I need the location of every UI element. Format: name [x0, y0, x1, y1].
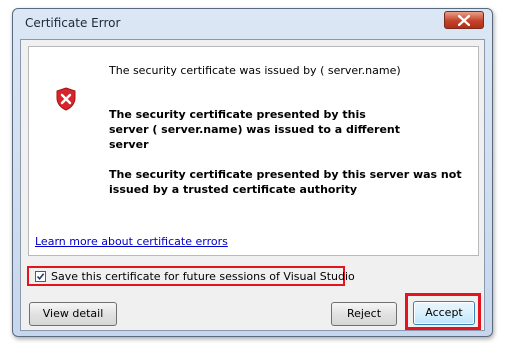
learn-more-link[interactable]: Learn more about certificate errors [35, 235, 228, 248]
message-panel: The security certificate was issued by (… [28, 46, 479, 256]
certificate-error-untrusted-authority: The security certificate presented by th… [109, 168, 462, 196]
save-certificate-label: Save this certificate for future session… [51, 270, 355, 283]
save-certificate-option: Save this certificate for future session… [27, 266, 355, 286]
reject-button[interactable]: Reject [331, 302, 397, 326]
dialog-title: Certificate Error [25, 16, 121, 30]
accept-highlight-box: Accept [405, 293, 481, 330]
close-button[interactable] [444, 11, 484, 29]
accept-button[interactable]: Accept [413, 301, 475, 325]
issued-by-text: The security certificate was issued by (… [109, 64, 401, 77]
error-shield-icon [56, 87, 76, 111]
certificate-error-wrong-server: The security certificate presented by th… [109, 108, 401, 151]
checkmark-icon [36, 273, 45, 281]
save-certificate-checkbox[interactable] [35, 271, 46, 282]
dialog-body: The security certificate was issued by (… [20, 39, 485, 331]
certificate-error-dialog: Certificate Error The security certifica… [12, 8, 493, 337]
close-icon [458, 15, 470, 26]
view-detail-button[interactable]: View detail [29, 302, 117, 326]
title-bar[interactable]: Certificate Error [13, 9, 492, 37]
